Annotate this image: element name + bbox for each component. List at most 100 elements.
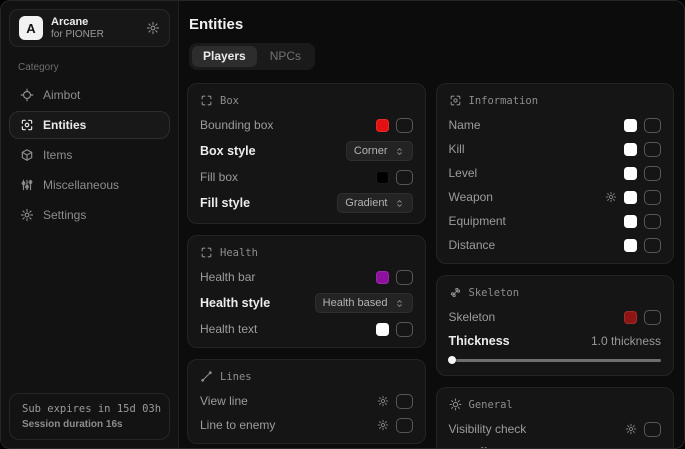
tab-bar: Players NPCs xyxy=(189,43,315,70)
box-style-dropdown[interactable]: Corner xyxy=(346,141,413,161)
setting-controls xyxy=(376,170,413,185)
skeleton-toggle[interactable] xyxy=(644,310,661,325)
bounding-box-toggle[interactable] xyxy=(396,118,413,133)
setting-row-health-style: Health style Health based xyxy=(200,293,413,313)
setting-label: Skeleton xyxy=(449,310,496,324)
fill-style-dropdown[interactable]: Gradient xyxy=(337,193,412,213)
level-color-swatch[interactable] xyxy=(624,167,637,180)
dropdown-value: Gradient xyxy=(345,197,387,209)
name-color-swatch[interactable] xyxy=(624,119,637,132)
subscription-card: Sub expires in 15d 03h Session duration … xyxy=(9,393,170,440)
kill-toggle[interactable] xyxy=(644,142,661,157)
setting-row-skeleton: Skeleton xyxy=(449,309,662,325)
setting-label: Kill xyxy=(449,142,465,156)
name-toggle[interactable] xyxy=(644,118,661,133)
setting-controls xyxy=(625,422,661,437)
sidebar-item-items[interactable]: Items xyxy=(9,141,170,169)
slider-thumb[interactable] xyxy=(448,356,456,364)
panel-skeleton: SkeletonSkeletonThickness1.0 thickness xyxy=(436,275,675,376)
setting-label: Health style xyxy=(200,296,270,310)
panel-header: Health xyxy=(200,246,413,259)
setting-controls xyxy=(376,118,413,133)
setting-row-fill-style: Fill styleGradient xyxy=(200,193,413,213)
line-to-enemy-toggle[interactable] xyxy=(396,418,413,433)
setting-row-weapon: Weapon xyxy=(449,189,662,205)
gear-icon[interactable] xyxy=(605,191,617,203)
equipment-toggle[interactable] xyxy=(644,214,661,229)
setting-label: Health text xyxy=(200,322,257,336)
dropdown-value: Corner xyxy=(354,145,388,157)
app-logo: A xyxy=(19,16,43,40)
tab-npcs[interactable]: NPCs xyxy=(259,46,312,67)
sidebar-item-miscellaneous[interactable]: Miscellaneous xyxy=(9,171,170,199)
subscription-expiry: Sub expires in 15d 03h xyxy=(22,403,157,415)
panel-header: Lines xyxy=(200,370,413,383)
setting-controls xyxy=(605,190,661,205)
panel-title: General xyxy=(469,399,513,411)
setting-controls xyxy=(376,270,413,285)
sidebar-item-label: Entities xyxy=(43,118,86,132)
setting-controls: Corner xyxy=(346,141,413,161)
line-icon xyxy=(200,370,213,383)
unfold-icon xyxy=(394,198,405,209)
distance-toggle[interactable] xyxy=(644,238,661,253)
gear-icon[interactable] xyxy=(377,395,389,407)
health-bar-toggle[interactable] xyxy=(396,270,413,285)
fill-box-color-swatch[interactable] xyxy=(376,171,389,184)
setting-label: Box style xyxy=(200,144,256,158)
setting-row-level: Level xyxy=(449,165,662,181)
dropdown-value: Health based xyxy=(323,297,388,309)
sidebar-item-aimbot[interactable]: Aimbot xyxy=(9,81,170,109)
sidebar-item-entities[interactable]: Entities xyxy=(9,111,170,139)
health-style-dropdown[interactable]: Health based xyxy=(315,293,413,313)
setting-controls xyxy=(624,310,661,325)
health-text-toggle[interactable] xyxy=(396,322,413,337)
panel-header: General xyxy=(449,398,662,411)
setting-controls xyxy=(624,118,661,133)
equipment-color-swatch[interactable] xyxy=(624,215,637,228)
setting-row-fill-box: Fill box xyxy=(200,169,413,185)
panel-title: Lines xyxy=(220,371,252,383)
setting-label: View line xyxy=(200,394,248,408)
panel-health: Health Health bar Health style Health based… xyxy=(187,235,426,348)
slider-track[interactable] xyxy=(449,359,662,362)
distance-color-swatch[interactable] xyxy=(624,239,637,252)
setting-row-view-line: View line xyxy=(200,393,413,409)
gear-icon[interactable] xyxy=(146,21,160,35)
bounding-box-color-swatch[interactable] xyxy=(376,119,389,132)
panel-title: Box xyxy=(220,95,239,107)
level-toggle[interactable] xyxy=(644,166,661,181)
skeleton-color-swatch[interactable] xyxy=(624,311,637,324)
visibility-check-toggle[interactable] xyxy=(644,422,661,437)
setting-label: Health bar xyxy=(200,270,255,284)
app-name: Arcane xyxy=(51,16,104,28)
weapon-color-swatch[interactable] xyxy=(624,191,637,204)
sidebar: A Arcane for PIONER Category AimbotEntit… xyxy=(1,1,179,448)
gear-icon[interactable] xyxy=(377,419,389,431)
brackets-icon xyxy=(200,246,213,259)
panel-columns: BoxBounding boxBox styleCornerFill boxFi… xyxy=(187,83,674,448)
unfold-icon xyxy=(394,298,405,309)
setting-row-max-distance: Max distance500m xyxy=(449,445,662,448)
setting-label: Equipment xyxy=(449,214,506,228)
health-text-color-swatch[interactable] xyxy=(376,323,389,336)
setting-label: Line to enemy xyxy=(200,418,275,432)
scan-icon xyxy=(449,94,462,107)
brackets-icon xyxy=(200,94,213,107)
view-line-toggle[interactable] xyxy=(396,394,413,409)
fill-box-toggle[interactable] xyxy=(396,170,413,185)
kill-color-swatch[interactable] xyxy=(624,143,637,156)
thickness-slider[interactable] xyxy=(449,355,662,365)
gear-icon[interactable] xyxy=(625,423,637,435)
tab-players[interactable]: Players xyxy=(192,46,257,67)
sidebar-item-label: Settings xyxy=(43,208,86,222)
weapon-toggle[interactable] xyxy=(644,190,661,205)
thickness-value: 1.0 thickness xyxy=(591,334,661,348)
setting-label: Weapon xyxy=(449,190,493,204)
sidebar-item-settings[interactable]: Settings xyxy=(9,201,170,229)
setting-row-health-bar: Health bar xyxy=(200,269,413,285)
panel-title: Skeleton xyxy=(469,287,520,299)
panel-header: Skeleton xyxy=(449,286,662,299)
bone-icon xyxy=(449,286,462,299)
health-bar-color-swatch[interactable] xyxy=(376,271,389,284)
